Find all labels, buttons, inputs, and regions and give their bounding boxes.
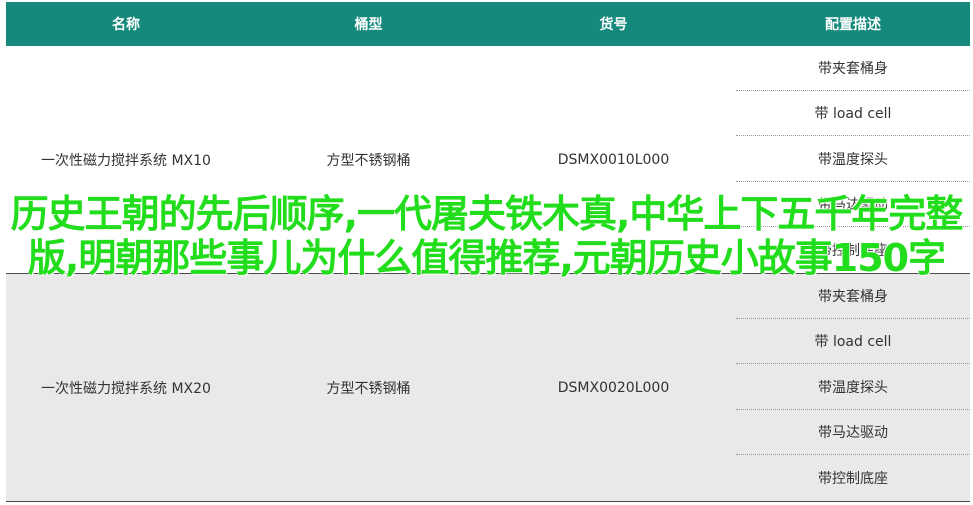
config-list: 带夹套桶身 带 load cell 带温度探头 带马达驱动 带控制底座	[736, 274, 970, 501]
config-item: 带 load cell	[736, 91, 970, 137]
product-name: 一次性磁力搅拌系统 MX20	[41, 380, 211, 397]
header-config: 配置描述	[825, 17, 881, 33]
table-header: 名称 桶型 货号 配置描述	[6, 2, 970, 46]
config-item: 带夹套桶身	[736, 46, 970, 92]
header-type: 桶型	[354, 17, 383, 33]
config-item: 带马达驱动	[736, 410, 970, 455]
header-sku: 货号	[599, 17, 628, 33]
product-type: 方型不锈钢桶	[326, 380, 411, 397]
config-item: 带控制底座	[818, 470, 888, 487]
product-sku: DSMX0020L000	[557, 379, 670, 396]
overlay-title: 历史王朝的先后顺序,一代屠夫铁木真,中华上下五千年完整版,明朝那些事儿为什么值得…	[10, 192, 964, 280]
config-item: 带温度探头	[736, 136, 970, 182]
header-name: 名称	[112, 17, 140, 33]
config-item: 带夹套桶身	[736, 274, 970, 320]
table-row: 一次性磁力搅拌系统 MX20 方型不锈钢桶 DSMX0020L000 带夹套桶身…	[6, 274, 970, 502]
config-item: 带 load cell	[736, 319, 970, 365]
config-item: 带温度探头	[736, 364, 970, 410]
